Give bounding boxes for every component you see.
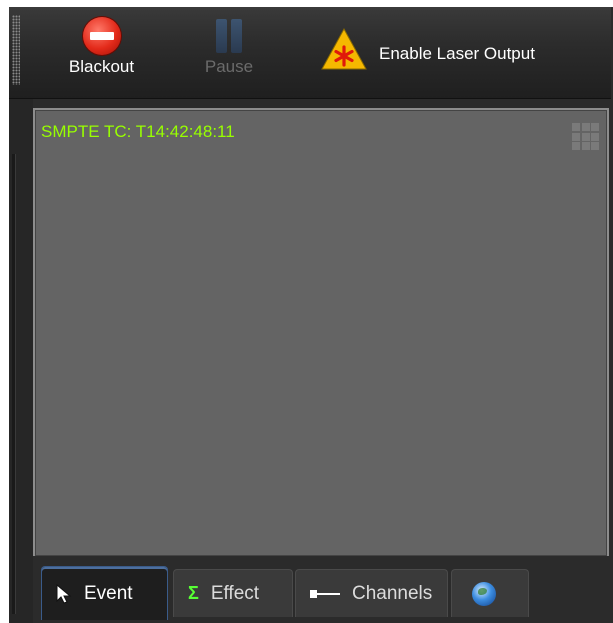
globe-icon bbox=[472, 581, 496, 606]
grid-icon[interactable] bbox=[572, 123, 599, 150]
tab-label: Channels bbox=[352, 582, 433, 604]
laser-warning-icon bbox=[321, 27, 367, 70]
laser-label: Enable Laser Output bbox=[379, 44, 535, 63]
tab-channels[interactable]: Channels bbox=[295, 569, 448, 617]
tab-label: Event bbox=[84, 582, 133, 604]
enable-laser-output-button[interactable]: Enable Laser Output bbox=[316, 17, 596, 87]
smpte-timecode: SMPTE TC: T14:42:48:11 bbox=[41, 122, 235, 141]
tab-bar: Event Σ Effect Channels bbox=[33, 556, 613, 623]
tab-globe[interactable] bbox=[451, 569, 529, 617]
channels-icon bbox=[310, 589, 340, 598]
pause-icon bbox=[213, 17, 245, 55]
tab-effect[interactable]: Σ Effect bbox=[173, 569, 293, 617]
cursor-arrow-icon bbox=[56, 583, 72, 604]
left-splitter[interactable] bbox=[9, 99, 33, 623]
pause-label: Pause bbox=[204, 57, 254, 76]
toolbar-grip[interactable] bbox=[12, 15, 20, 85]
blackout-button[interactable]: Blackout bbox=[49, 17, 154, 77]
blackout-label: Blackout bbox=[68, 57, 135, 76]
no-entry-icon bbox=[82, 17, 121, 55]
tab-label: Effect bbox=[210, 582, 260, 604]
pause-button[interactable]: Pause bbox=[189, 17, 269, 77]
sigma-icon: Σ bbox=[188, 583, 199, 603]
toolbar: Blackout Pause Enable Laser Output bbox=[9, 7, 611, 99]
preview-panel[interactable]: SMPTE TC: T14:42:48:11 bbox=[33, 108, 609, 558]
app-window: Blackout Pause Enable Laser Output SMPTE… bbox=[9, 7, 613, 623]
tab-event[interactable]: Event bbox=[41, 566, 168, 620]
